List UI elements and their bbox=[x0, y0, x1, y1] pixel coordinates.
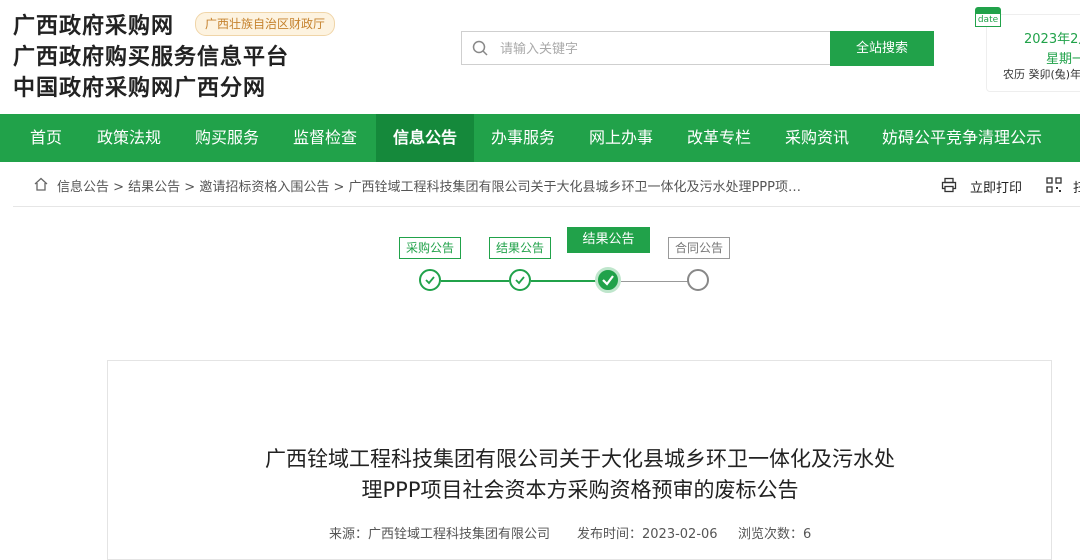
calendar-icon: date bbox=[975, 5, 1001, 27]
nav-item-policy[interactable]: 政策法规 bbox=[88, 114, 170, 162]
lunar-date-text: 农历 癸卯(兔)年 bbox=[1003, 68, 1080, 81]
nav-item-home[interactable]: 首页 bbox=[12, 114, 80, 162]
step-pending-circle-icon bbox=[687, 269, 709, 291]
step-label-procurement: 采购公告 bbox=[399, 237, 461, 259]
nav-item-purchase-service[interactable]: 购买服务 bbox=[186, 114, 268, 162]
nav-item-fair-competition[interactable]: 妨碍公平竞争清理公示 bbox=[874, 114, 1050, 162]
nav-item-news[interactable]: 采购资讯 bbox=[776, 114, 858, 162]
article-source: 来源：广西铨域工程科技集团有限公司 bbox=[329, 527, 551, 542]
breadcrumb-row: 信息公告 > 结果公告 > 邀请招标资格入围公告 > 广西铨域工程科技集团有限公… bbox=[13, 162, 1080, 207]
main-nav: 首页 政策法规 购买服务 监督检查 信息公告 办事服务 网上办事 改革专栏 采购… bbox=[0, 114, 1080, 162]
step-connector bbox=[441, 280, 509, 282]
breadcrumb[interactable]: 信息公告 > 结果公告 > 邀请招标资格入围公告 > 广西铨域工程科技集团有限公… bbox=[57, 176, 801, 195]
site-header: 广西政府采购网 广西壮族自治区财政厅 广西政府购买服务信息平台 中国政府采购网广… bbox=[0, 0, 1080, 114]
step-label-result: 结果公告 bbox=[489, 237, 551, 259]
region-badge: 广西壮族自治区财政厅 bbox=[195, 12, 336, 36]
search-icon bbox=[472, 40, 488, 56]
step-current-check-icon bbox=[595, 267, 621, 293]
article-title-line: 理PPP项目社会资本方采购资格预审的废标公告 bbox=[361, 478, 799, 502]
search-box bbox=[461, 31, 831, 66]
site-subtitle-2: 中国政府采购网广西分网 bbox=[13, 76, 267, 101]
nav-item-reform[interactable]: 改革专栏 bbox=[678, 114, 760, 162]
step-done-check-icon bbox=[419, 269, 441, 291]
home-icon[interactable] bbox=[33, 176, 49, 192]
article-view-count: 浏览次数：6 bbox=[738, 527, 812, 542]
article-publish-time: 发布时间：2023-02-06 bbox=[577, 527, 718, 542]
step-label-result-current: 结果公告 bbox=[567, 227, 650, 253]
weekday-text: 星期一 bbox=[1046, 52, 1080, 67]
nav-item-supervision[interactable]: 监督检查 bbox=[284, 114, 366, 162]
site-search-button[interactable]: 全站搜索 bbox=[830, 31, 934, 66]
site-subtitle: 广西政府购买服务信息平台 bbox=[13, 45, 290, 70]
nav-item-services[interactable]: 办事服务 bbox=[482, 114, 564, 162]
step-done-check-icon bbox=[509, 269, 531, 291]
print-button[interactable]: 立即打印 bbox=[970, 177, 1022, 196]
step-connector bbox=[621, 281, 689, 282]
article-title-line: 广西铨域工程科技集团有限公司关于大化县城乡环卫一体化及污水处 bbox=[265, 447, 895, 471]
step-label-contract: 合同公告 bbox=[668, 237, 730, 259]
search-input[interactable] bbox=[498, 32, 822, 66]
step-connector bbox=[531, 280, 597, 282]
date-text: 2023年2月 bbox=[1024, 32, 1080, 47]
qr-scan-label[interactable]: 扫 bbox=[1073, 177, 1080, 196]
site-title[interactable]: 广西政府采购网 bbox=[13, 8, 174, 40]
nav-item-announcements[interactable]: 信息公告 bbox=[376, 114, 474, 162]
qr-code-icon[interactable] bbox=[1046, 177, 1062, 193]
nav-item-online[interactable]: 网上办事 bbox=[580, 114, 662, 162]
article-title: 广西铨域工程科技集团有限公司关于大化县城乡环卫一体化及污水处 理PPP项目社会资… bbox=[230, 444, 930, 506]
printer-icon[interactable] bbox=[941, 177, 957, 193]
